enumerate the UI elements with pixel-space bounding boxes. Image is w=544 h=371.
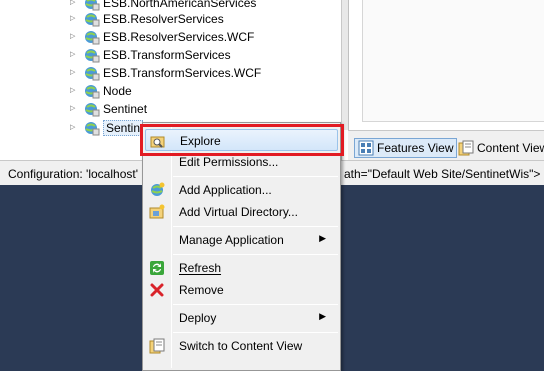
status-path: ath="Default Web Site/SentinetWis"> — [344, 167, 541, 181]
refresh-icon — [149, 260, 165, 276]
menu-item-label: Refresh — [179, 261, 222, 275]
tree-item[interactable]: ▷ ESB.TransformServices.WCF — [70, 64, 261, 82]
web-app-globe-icon — [84, 101, 100, 117]
menu-item-switch-to-content-view[interactable]: Switch to Content View — [145, 335, 338, 357]
tab-content-view[interactable]: Content View — [455, 138, 544, 158]
context-menu: Explore Edit Permissions... Add Applicat… — [142, 122, 341, 371]
submenu-arrow-icon: ▶ — [319, 311, 326, 321]
menu-item-manage-application[interactable]: Manage Application ▶ — [145, 229, 338, 251]
web-app-globe-icon — [84, 83, 100, 99]
menu-item-add-virtual-directory[interactable]: Add Virtual Directory... — [145, 201, 338, 223]
menu-item-add-application[interactable]: Add Application... — [145, 179, 338, 201]
view-tabs: Features View Content View — [348, 130, 544, 160]
tree-item-label: Sentinet — [103, 102, 148, 116]
tree-item-label: ESB.TransformServices.WCF — [103, 66, 262, 80]
menu-item-label: Remove — [179, 283, 224, 297]
menu-item-label: Edit Permissions... — [179, 155, 279, 169]
expand-arrow-icon[interactable]: ▷ — [70, 123, 78, 133]
tree-item-label: ESB.ResolverServices.WCF — [103, 30, 255, 44]
expand-arrow-icon[interactable]: ▷ — [70, 86, 78, 96]
menu-item-label: Manage Application — [179, 233, 284, 247]
tree-item[interactable]: ▷ ESB.ResolverServices — [70, 10, 224, 28]
annotation-highlight-box — [140, 124, 344, 156]
tree-item[interactable]: ▷ Sentinet — [70, 100, 147, 118]
remove-x-icon — [149, 282, 165, 298]
expand-arrow-icon[interactable]: ▷ — [70, 68, 78, 78]
content-view-icon — [458, 140, 474, 156]
expand-arrow-icon[interactable]: ▷ — [70, 104, 78, 114]
menu-item-label: Switch to Content View — [179, 339, 303, 353]
tab-label: Content View — [477, 141, 544, 155]
web-app-globe-icon — [84, 11, 100, 27]
menu-item-refresh[interactable]: Refresh — [145, 257, 338, 279]
menu-item-label: Add Application... — [179, 183, 272, 197]
expand-arrow-icon[interactable]: ▷ — [70, 0, 78, 8]
menu-separator — [173, 332, 338, 333]
web-app-globe-icon — [84, 29, 100, 45]
tab-features-view[interactable]: Features View — [354, 138, 458, 158]
menu-separator — [173, 304, 338, 305]
web-app-globe-icon — [84, 47, 100, 63]
add-application-icon — [149, 182, 165, 198]
submenu-arrow-icon: ▶ — [319, 233, 326, 243]
tree-item[interactable]: ▷ ESB.ResolverServices.WCF — [70, 28, 254, 46]
web-app-globe-icon — [84, 120, 100, 136]
menu-separator — [173, 226, 338, 227]
features-content — [362, 0, 544, 122]
tree-item-selected[interactable]: ▷ Sentin — [70, 119, 144, 137]
web-app-globe-icon — [84, 65, 100, 81]
expand-arrow-icon[interactable]: ▷ — [70, 14, 78, 24]
menu-item-label: Deploy — [179, 311, 217, 325]
add-virtual-directory-icon — [149, 204, 165, 220]
menu-separator — [173, 254, 338, 255]
content-view-icon — [149, 338, 165, 354]
tree-item-label: ESB.NorthAmericanServices — [103, 0, 257, 10]
tree-item-label: Sentin — [103, 120, 144, 136]
tab-label: Features View — [377, 141, 454, 155]
menu-item-deploy[interactable]: Deploy ▶ — [145, 307, 338, 329]
expand-arrow-icon[interactable]: ▷ — [70, 50, 78, 60]
tree-item[interactable]: ▷ ESB.TransformServices — [70, 46, 231, 64]
menu-separator — [173, 176, 338, 177]
tree-item[interactable]: ▷ Node — [70, 82, 132, 100]
menu-item-remove[interactable]: Remove — [145, 279, 338, 301]
tree-item-label: Node — [103, 84, 132, 98]
tree-item-label: ESB.ResolverServices — [103, 12, 224, 26]
expand-arrow-icon[interactable]: ▷ — [70, 32, 78, 42]
status-configuration: Configuration: 'localhost' — [8, 167, 138, 181]
features-view-icon — [358, 140, 374, 156]
menu-item-label: Add Virtual Directory... — [179, 205, 298, 219]
tree-item-label: ESB.TransformServices — [103, 48, 231, 62]
